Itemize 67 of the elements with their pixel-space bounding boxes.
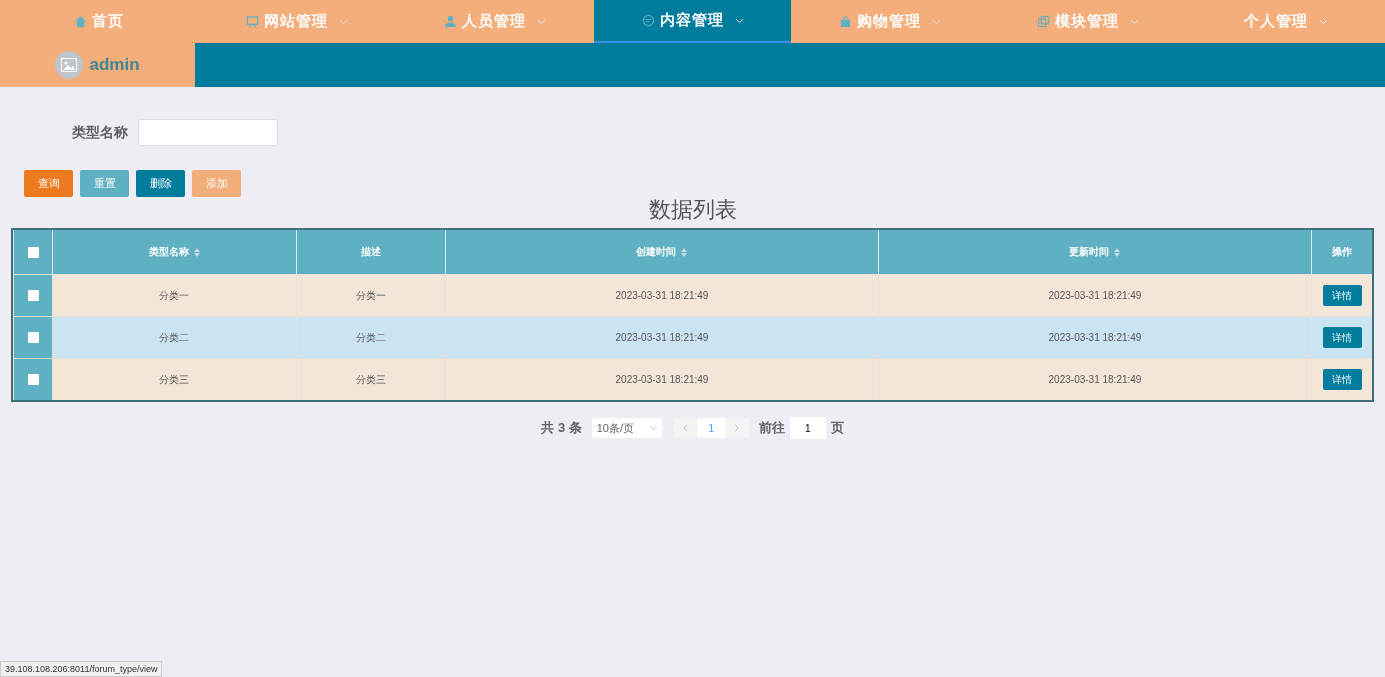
table-cell: 分类三 <box>355 373 386 385</box>
user-name: admin <box>89 55 140 75</box>
nav-tab[interactable]: 首页 <box>0 0 198 43</box>
table-cell: 分类一 <box>355 289 386 301</box>
chevron-icon <box>338 18 348 25</box>
add-button[interactable]: 添加 <box>192 170 241 197</box>
page-button[interactable]: 1 <box>697 418 725 438</box>
home-icon <box>73 15 87 28</box>
avatar[interactable] <box>55 51 84 79</box>
table-cell: 2023-03-31 18:21:49 <box>1048 332 1142 343</box>
nav-tab[interactable]: 内容管理 <box>593 0 792 43</box>
chevron-icon <box>1319 18 1329 25</box>
table-title: 数据列表 <box>647 196 738 224</box>
nav-tab[interactable]: 网站管理 <box>197 0 396 43</box>
prev-page-button[interactable] <box>673 418 698 438</box>
column-header[interactable]: 类型名称 <box>148 246 189 257</box>
nav-tab[interactable]: 个人管理 <box>1187 0 1385 43</box>
column-header: 操作 <box>1332 246 1352 257</box>
person-icon <box>443 15 457 28</box>
table-cell: 分类二 <box>159 331 190 343</box>
table-cell: 分类三 <box>159 373 190 385</box>
table-cell: 分类二 <box>355 331 386 343</box>
monitor-icon <box>245 15 259 28</box>
page-suffix: 页 <box>830 419 844 437</box>
copy-icon <box>1037 15 1051 28</box>
sort-icon[interactable] <box>1114 247 1121 257</box>
nav-tab[interactable]: 购物管理 <box>791 0 990 43</box>
page-input[interactable]: 1 <box>789 417 826 439</box>
details-button[interactable]: 详情 <box>1322 369 1362 390</box>
details-button[interactable]: 详情 <box>1322 327 1362 348</box>
status-url: 39.108.108.206:8011/forum_type/view <box>0 661 163 677</box>
details-button[interactable]: 详情 <box>1322 285 1362 306</box>
checkbox[interactable] <box>27 374 39 386</box>
table-cell: 2023-03-31 18:21:49 <box>615 332 709 343</box>
table-cell: 2023-03-31 18:21:49 <box>1048 374 1142 385</box>
table-cell: 分类一 <box>159 289 190 301</box>
chevron-right-icon <box>734 424 740 432</box>
chevron-icon <box>536 18 546 25</box>
column-header[interactable]: 更新时间 <box>1069 246 1110 257</box>
delete-button[interactable]: 删除 <box>136 170 185 197</box>
sort-icon[interactable] <box>681 247 688 257</box>
checkbox[interactable] <box>27 290 39 302</box>
table-cell: 2023-03-31 18:21:49 <box>615 374 709 385</box>
reset-button[interactable]: 重置 <box>80 170 129 197</box>
nav-tab[interactable]: 人员管理 <box>395 0 594 43</box>
chat-icon <box>641 14 655 27</box>
next-page-button[interactable] <box>724 418 749 438</box>
sort-icon[interactable] <box>193 247 200 257</box>
chevron-icon <box>649 425 657 431</box>
query-button[interactable]: 查询 <box>24 170 73 197</box>
page-size-select[interactable]: 10条/页 <box>591 418 662 438</box>
total-count: 共 3 条 <box>541 419 582 437</box>
checkbox[interactable] <box>27 246 39 258</box>
nav-tab[interactable]: 模块管理 <box>989 0 1188 43</box>
chevron-left-icon <box>683 424 689 432</box>
table-cell: 2023-03-31 18:21:49 <box>1048 290 1142 301</box>
chevron-icon <box>1130 18 1140 25</box>
checkbox[interactable] <box>27 332 39 344</box>
chevron-icon <box>734 17 744 24</box>
input-field[interactable] <box>138 119 278 146</box>
bag-icon <box>839 15 853 28</box>
table-cell: 2023-03-31 18:21:49 <box>615 290 709 301</box>
chevron-icon <box>932 18 942 25</box>
field-label: 类型名称 <box>72 123 128 142</box>
goto-label: 前往 <box>758 419 785 437</box>
column-header[interactable]: 创建时间 <box>636 246 677 257</box>
column-header: 描述 <box>360 246 381 257</box>
